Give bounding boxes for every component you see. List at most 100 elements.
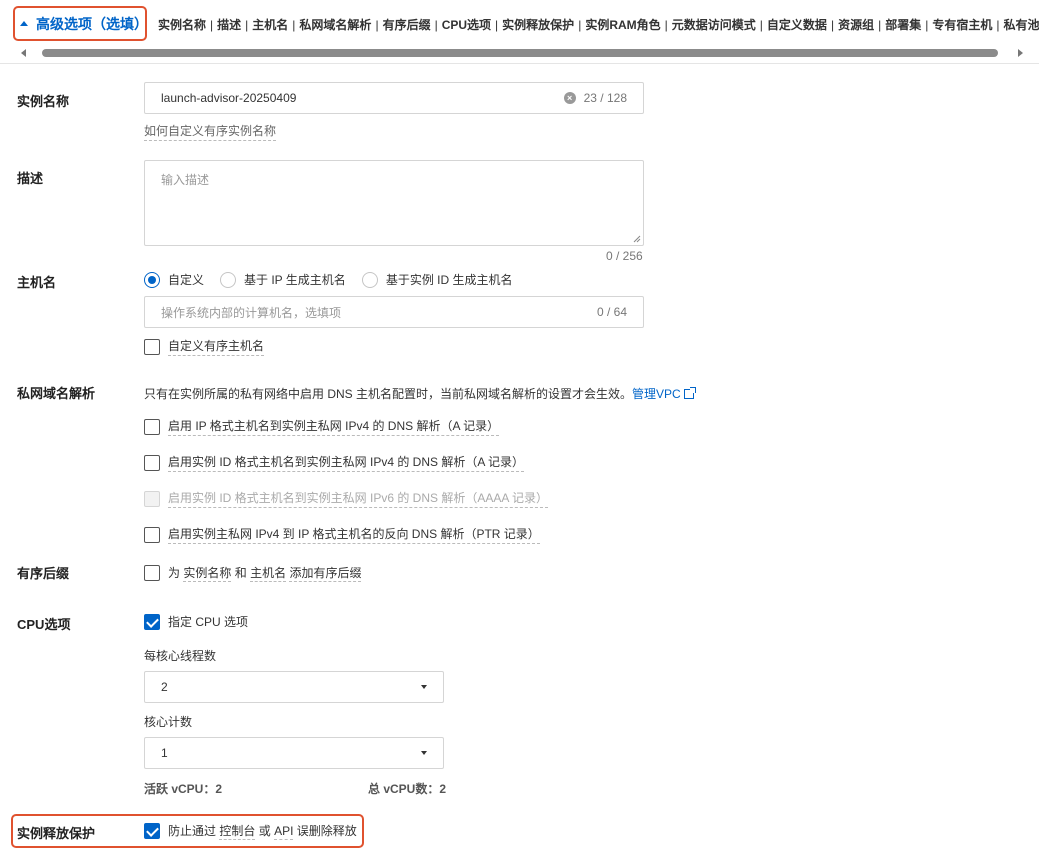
nav-link[interactable]: 实例释放保护: [502, 18, 574, 32]
release-protection-checkbox[interactable]: 防止通过 控制台 或 API 误删除释放: [144, 822, 357, 840]
horizontal-scrollbar[interactable]: [16, 46, 1028, 60]
ordered-suffix-label: 有序后缀: [17, 566, 70, 581]
threads-per-core-label: 每核心线程数: [144, 649, 217, 663]
advanced-options-header: 高级选项（选填） 实例名称 | 描述 | 主机名 | 私网域名解析 | 有序后缀 | CPU选项 | 实…: [0, 0, 1039, 64]
hostname-placeholder: 操作系统内部的计算机名，选填项: [161, 305, 342, 320]
nav-link[interactable]: 私有池类: [1003, 18, 1039, 32]
protection-text-console: 控制台: [219, 824, 256, 840]
checkbox-icon: [144, 490, 160, 507]
caret-up-icon: [20, 21, 28, 26]
description-placeholder: 输入描述: [161, 173, 210, 187]
dropdown-arrow-icon: [421, 685, 427, 689]
nav-separator: |: [830, 18, 835, 32]
nav-separator: |: [495, 18, 499, 32]
cpu-options-label: CPU选项: [17, 617, 71, 632]
nav-link[interactable]: 主机名: [252, 18, 288, 32]
nav-link[interactable]: 有序后缀: [383, 18, 431, 32]
checkbox-icon: [144, 526, 160, 543]
radio-label: 基于实例 ID 生成主机名: [385, 273, 513, 287]
scroll-right-arrow-icon[interactable]: [1018, 49, 1023, 57]
checkbox-label: 启用实例 ID 格式主机名到实例主私网 IPv4 的 DNS 解析（A 记录）: [168, 453, 525, 472]
protection-text-suffix: 误删除释放: [296, 824, 357, 838]
advanced-options-label: 高级选项（选填）: [36, 15, 148, 32]
nav-link[interactable]: 私网域名解析: [299, 18, 371, 32]
nav-separator: |: [375, 18, 379, 32]
ordered-hostname-checkbox[interactable]: 自定义有序主机名: [144, 337, 265, 356]
nav-link[interactable]: CPU选项: [442, 18, 491, 32]
suffix-text-name: 实例名称: [183, 566, 232, 582]
core-count-label: 核心计数: [144, 715, 193, 729]
checkbox-icon: [144, 565, 160, 581]
protection-text-or: 或: [258, 824, 271, 838]
hostname-radio-custom[interactable]: 自定义: [144, 271, 204, 288]
hostname-label: 主机名: [17, 275, 57, 290]
nav-separator: |: [434, 18, 438, 32]
description-textarea[interactable]: 输入描述: [144, 160, 644, 246]
total-vcpu-text: 总 vCPU数：2: [368, 782, 447, 796]
suffix-text-prefix: 为: [168, 566, 181, 580]
nav-separator: |: [245, 18, 249, 32]
radio-label: 基于 IP 生成主机名: [244, 273, 346, 287]
hostname-radio-group: 自定义 基于 IP 生成主机名 基于实例 ID 生成主机名: [144, 271, 528, 288]
hostname-input[interactable]: 操作系统内部的计算机名，选填项 0 / 64: [144, 296, 644, 328]
nav-link[interactable]: 实例RAM角色: [585, 18, 660, 32]
private-dns-note: 只有在实例所属的私有网络中启用 DNS 主机名配置时，当前私网域名解析的设置才会…: [144, 385, 696, 402]
hostname-radio-instance-id[interactable]: 基于实例 ID 生成主机名: [361, 271, 513, 288]
resize-grip-icon[interactable]: [633, 235, 641, 243]
suffix-text-and: 和: [234, 566, 247, 580]
checkbox-label: 防止通过 控制台 或 API 误删除释放: [168, 822, 357, 840]
instance-name-input[interactable]: launch-advisor-20250409 × 23 / 128: [144, 82, 644, 114]
release-protection-label: 实例释放保护: [17, 826, 96, 841]
hostname-counter: 0 / 64: [596, 305, 627, 319]
hostname-radio-ip[interactable]: 基于 IP 生成主机名: [220, 271, 346, 288]
section-nav: 实例名称 | 描述 | 主机名 | 私网域名解析 | 有序后缀 | CPU选项 | 实例释放保护 | 实例R…: [158, 16, 1039, 33]
dns-option-checkbox[interactable]: 启用 IP 格式主机名到实例主私网 IPv4 的 DNS 解析（A 记录）: [144, 417, 500, 436]
manage-vpc-link-text: 管理VPC: [632, 387, 681, 401]
checkbox-label: 启用实例 ID 格式主机名到实例主私网 IPv6 的 DNS 解析（AAAA 记…: [168, 489, 549, 508]
nav-link[interactable]: 专有宿主机: [932, 18, 992, 32]
dropdown-arrow-icon: [421, 751, 427, 755]
clear-icon[interactable]: ×: [563, 92, 576, 104]
nav-link[interactable]: 自定义数据: [767, 18, 827, 32]
core-count-select[interactable]: 1: [144, 737, 444, 769]
checkbox-label: 自定义有序主机名: [168, 337, 265, 356]
checkbox-label: 指定 CPU 选项: [168, 615, 249, 629]
description-label: 描述: [17, 171, 44, 186]
nav-link[interactable]: 元数据访问模式: [672, 18, 756, 32]
radio-unchecked-icon: [220, 271, 237, 288]
nav-link[interactable]: 部署集: [885, 18, 921, 32]
nav-separator: |: [664, 18, 668, 32]
nav-link[interactable]: 描述: [217, 18, 241, 32]
checkbox-icon: [144, 338, 160, 355]
dns-option-checkbox[interactable]: 启用实例 ID 格式主机名到实例主私网 IPv4 的 DNS 解析（A 记录）: [144, 453, 525, 472]
checkbox-icon: [144, 418, 160, 435]
nav-link[interactable]: 资源组: [838, 18, 874, 32]
ordered-name-help-link[interactable]: 如何自定义有序实例名称: [144, 122, 277, 141]
nav-separator: |: [210, 18, 214, 32]
instance-name-label: 实例名称: [17, 94, 70, 109]
checkbox-label: 为 实例名称 和 主机名 添加有序后缀: [168, 564, 362, 582]
scroll-thumb[interactable]: [42, 49, 998, 57]
private-dns-label: 私网域名解析: [17, 386, 96, 401]
suffix-text-host: 主机名: [250, 566, 287, 582]
description-counter: 0 / 256: [606, 249, 643, 263]
dns-option-checkbox[interactable]: 启用实例主私网 IPv4 到 IP 格式主机名的反向 DNS 解析（PTR 记录…: [144, 525, 540, 544]
core-count-value: 1: [161, 746, 168, 760]
radio-checked-icon: [144, 271, 160, 288]
checkbox-label: 启用 IP 格式主机名到实例主私网 IPv4 的 DNS 解析（A 记录）: [168, 417, 500, 436]
checkbox-label: 启用实例主私网 IPv4 到 IP 格式主机名的反向 DNS 解析（PTR 记录…: [168, 525, 540, 544]
manage-vpc-link[interactable]: 管理VPC: [632, 387, 696, 401]
dns-option-checkbox: 启用实例 ID 格式主机名到实例主私网 IPv6 的 DNS 解析（AAAA 记…: [144, 489, 549, 508]
threads-per-core-select[interactable]: 2: [144, 671, 444, 703]
nav-separator: |: [925, 18, 929, 32]
nav-link[interactable]: 实例名称: [158, 18, 206, 32]
radio-unchecked-icon: [361, 271, 378, 288]
advanced-options-toggle[interactable]: 高级选项（选填）: [13, 6, 148, 41]
checkbox-checked-icon: [144, 823, 160, 839]
scroll-left-arrow-icon[interactable]: [21, 49, 26, 57]
active-vcpu-text: 活跃 vCPU：2: [144, 782, 223, 796]
threads-per-core-value: 2: [161, 680, 168, 694]
ordered-suffix-checkbox[interactable]: 为 实例名称 和 主机名 添加有序后缀: [144, 564, 362, 582]
specify-cpu-checkbox[interactable]: 指定 CPU 选项: [144, 613, 248, 631]
checkbox-checked-icon: [144, 614, 160, 630]
